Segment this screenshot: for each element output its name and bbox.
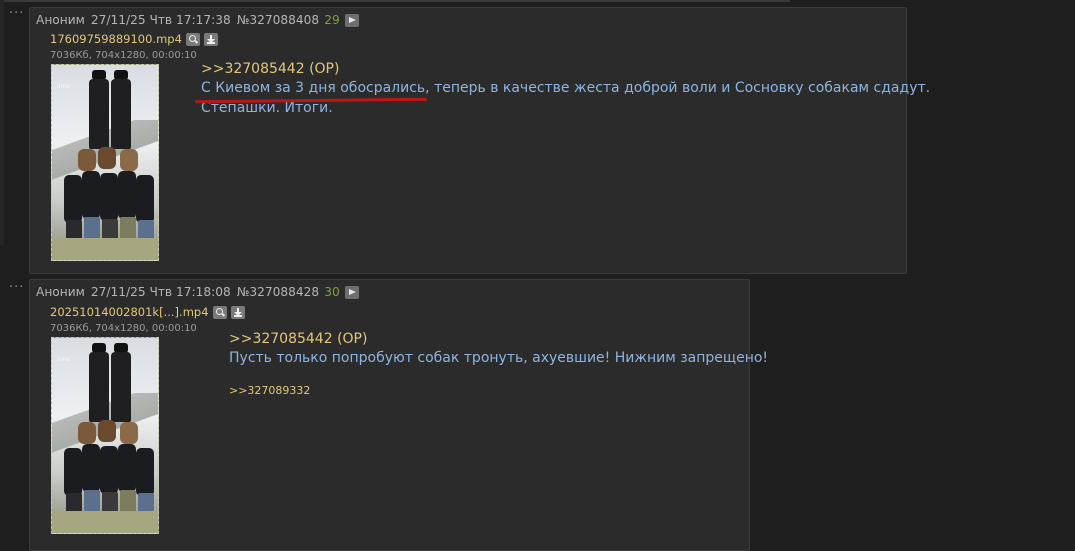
file-meta: 7036Кб, 704x1280, 00:00:10 [50, 323, 197, 334]
post-text: Пусть только попробуют собак тронуть, ах… [229, 350, 769, 366]
video-thumbnail[interactable]: lime [51, 64, 159, 261]
poster-name: Аноним [36, 285, 85, 299]
post-count: 29 [324, 13, 340, 27]
reply-link[interactable]: >>327085442 (OP) [229, 331, 768, 347]
post-body: >>327085442 (OP) С Киевом за 3 дня обоср… [201, 61, 930, 118]
poster-name: Аноним [36, 13, 85, 27]
backlink[interactable]: >>327089332 [229, 384, 768, 397]
watermark: lime [57, 356, 70, 363]
video-thumbnail[interactable]: lime [51, 337, 159, 534]
magnify-icon[interactable] [185, 32, 200, 46]
post-327088428: Аноним 27/11/25 Чтв 17:18:08 №327088428 … [29, 279, 768, 551]
post-body: >>327085442 (OP) Пусть только попробуют … [229, 331, 768, 397]
watermark: lime [57, 83, 70, 90]
file-line: 20251014002801k[...].mp4 [50, 305, 245, 319]
post-text-line1: С Киевом за 3 дня обосрались, теперь в к… [201, 78, 930, 98]
play-icon[interactable] [344, 13, 359, 27]
post-menu-dots-icon[interactable]: ··· [9, 281, 24, 294]
reply-link[interactable]: >>327085442 (OP) [201, 61, 930, 77]
file-name-link[interactable]: 17609759889100.mp4 [50, 32, 182, 46]
post-date: 27/11/25 Чтв 17:17:38 [90, 13, 231, 27]
file-meta: 7036Кб, 704x1280, 00:00:10 [50, 50, 197, 61]
file-name-link[interactable]: 20251014002801k[...].mp4 [50, 305, 209, 319]
download-icon[interactable] [230, 305, 245, 319]
post-menu-dots-icon[interactable]: ··· [9, 7, 24, 20]
post-header: Аноним 27/11/25 Чтв 17:17:38 №327088408 … [36, 13, 359, 27]
underlined-text: С Киевом за 3 дня обосрались [201, 80, 426, 96]
post-date: 27/11/25 Чтв 17:18:08 [90, 285, 231, 299]
left-edge [0, 0, 4, 245]
post-text-rest: , теперь в качестве жеста доброй воли и … [425, 80, 931, 96]
download-icon[interactable] [203, 32, 218, 46]
post-number[interactable]: №327088428 [237, 285, 319, 299]
play-icon[interactable] [344, 285, 359, 299]
file-line: 17609759889100.mp4 [50, 32, 218, 46]
post-number[interactable]: №327088408 [237, 13, 319, 27]
post-header: Аноним 27/11/25 Чтв 17:18:08 №327088428 … [36, 285, 359, 299]
post-327088408: Аноним 27/11/25 Чтв 17:17:38 №327088408 … [29, 7, 930, 274]
top-divider [0, 0, 790, 2]
post-count: 30 [324, 285, 340, 299]
magnify-icon[interactable] [212, 305, 227, 319]
